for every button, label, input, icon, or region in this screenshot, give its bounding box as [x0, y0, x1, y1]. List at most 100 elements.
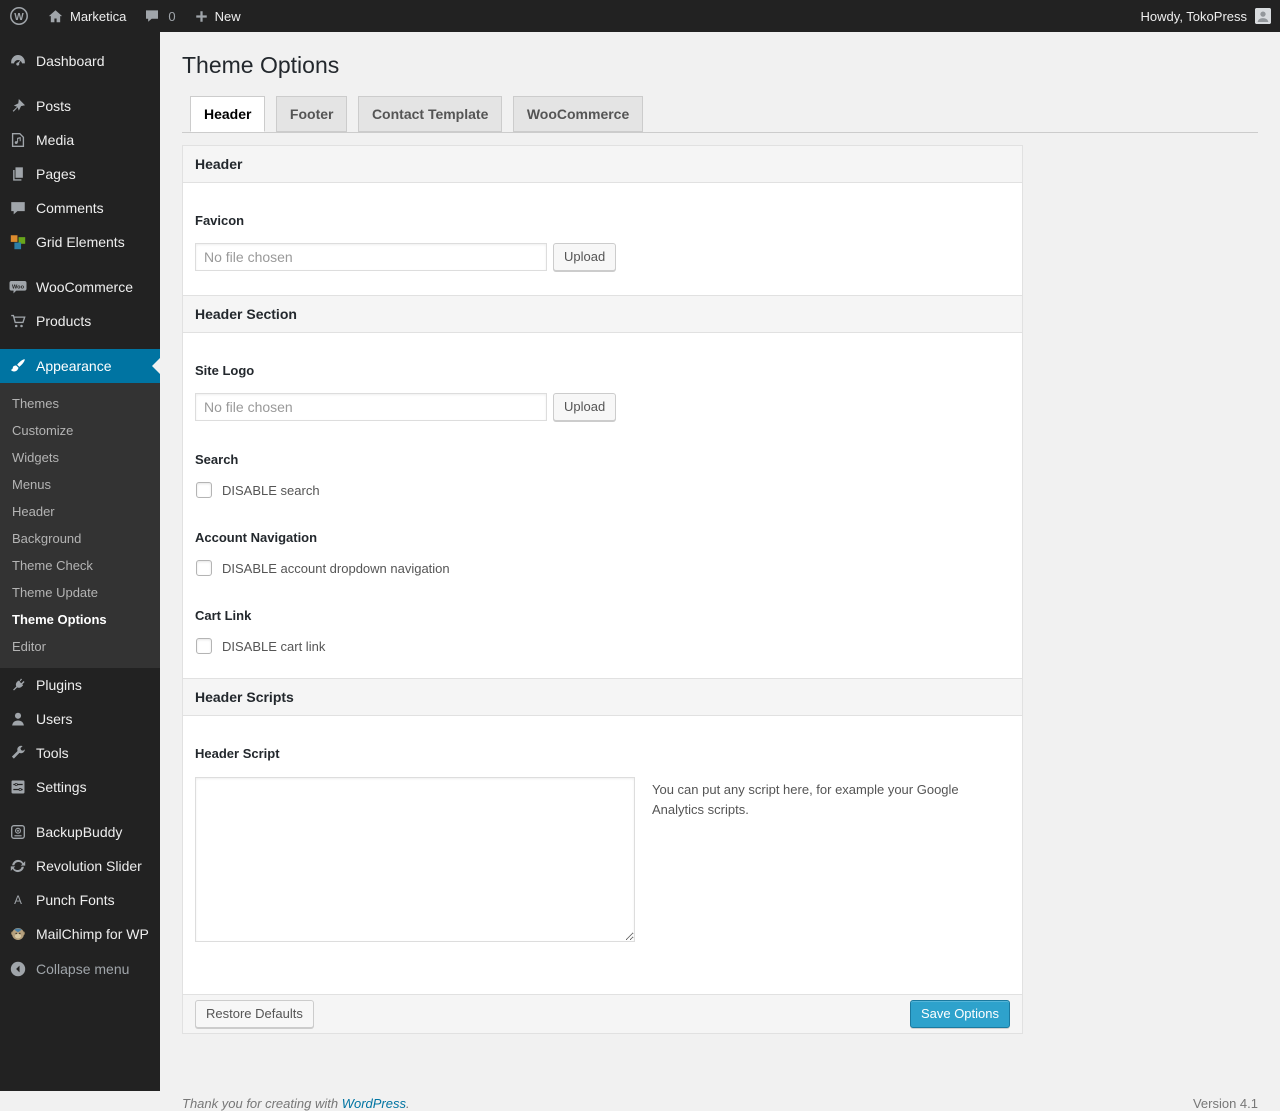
- sidebar-item-dashboard[interactable]: Dashboard: [0, 44, 160, 78]
- howdy-account-link[interactable]: Howdy, TokoPress: [1141, 9, 1247, 24]
- sidebar-item-backupbuddy[interactable]: BackupBuddy: [0, 815, 160, 849]
- restore-defaults-button[interactable]: Restore Defaults: [195, 1000, 314, 1028]
- sidebar-item-menus[interactable]: Menus: [0, 471, 160, 498]
- svg-text:Woo: Woo: [12, 284, 25, 290]
- refresh-icon: [0, 857, 36, 875]
- cart-link-label: Cart Link: [195, 608, 252, 623]
- section-header-section-body: Site Logo Upload Search DISABLE search A…: [183, 333, 1022, 678]
- header-script-help-text: You can put any script here, for example…: [652, 782, 959, 818]
- sidebar-item-plugins[interactable]: Plugins: [0, 668, 160, 702]
- plug-icon: [0, 676, 36, 694]
- pages-icon: [0, 165, 36, 183]
- sidebar-item-grid-elements[interactable]: Grid Elements: [0, 225, 160, 259]
- save-options-button[interactable]: Save Options: [909, 1000, 1010, 1028]
- main-content: Theme Options Header Footer Contact Temp…: [160, 32, 1280, 1111]
- comments-indicator[interactable]: 0: [135, 0, 184, 32]
- favicon-upload-button[interactable]: Upload: [553, 243, 617, 271]
- site-name-link[interactable]: Marketica: [38, 0, 135, 32]
- sidebar-item-label: Plugins: [36, 677, 82, 693]
- menu-separator: [0, 338, 160, 349]
- sidebar-item-widgets[interactable]: Widgets: [0, 444, 160, 471]
- footer-thanks-text: Thank you for creating with WordPress.: [182, 1096, 410, 1111]
- sidebar-item-woocommerce[interactable]: Woo WooCommerce: [0, 270, 160, 304]
- section-header-section-heading: Header Section: [183, 295, 1022, 333]
- letter-a-icon: A: [0, 891, 36, 909]
- disable-account-nav-checkbox[interactable]: [196, 560, 212, 576]
- media-icon: [0, 131, 36, 149]
- sidebar-item-header[interactable]: Header: [0, 498, 160, 525]
- sidebar-item-label: BackupBuddy: [36, 824, 123, 840]
- account-navigation-label: Account Navigation: [195, 530, 318, 545]
- site-logo-upload-button[interactable]: Upload: [553, 393, 617, 421]
- disable-search-checkbox[interactable]: [196, 482, 212, 498]
- sidebar-item-background[interactable]: Background: [0, 525, 160, 552]
- disable-cart-link-checkbox-label[interactable]: DISABLE cart link: [222, 639, 325, 654]
- sidebar-item-theme-check[interactable]: Theme Check: [0, 552, 160, 579]
- sidebar-item-editor[interactable]: Editor: [0, 633, 160, 660]
- site-name-label: Marketica: [70, 8, 127, 24]
- sidebar-item-punch-fonts[interactable]: A Punch Fonts: [0, 883, 160, 917]
- sidebar-item-mailchimp[interactable]: MailChimp for WP: [0, 917, 160, 951]
- wordpress-logo-menu[interactable]: W: [0, 0, 38, 32]
- sidebar-item-label: Settings: [36, 779, 87, 795]
- woo-badge-icon: Woo: [0, 277, 36, 297]
- header-script-textarea[interactable]: [195, 777, 635, 942]
- sidebar-item-customize[interactable]: Customize: [0, 417, 160, 444]
- sidebar-item-label: Users: [36, 711, 73, 727]
- sidebar-item-settings[interactable]: Settings: [0, 770, 160, 804]
- site-logo-file-input[interactable]: [195, 393, 547, 421]
- avatar[interactable]: [1255, 8, 1271, 24]
- tab-footer[interactable]: Footer: [275, 96, 348, 133]
- comment-icon: [0, 199, 36, 217]
- sidebar-item-label: Revolution Slider: [36, 858, 142, 874]
- svg-text:W: W: [14, 12, 24, 23]
- header-script-label: Header Script: [195, 746, 280, 761]
- cart-icon: [0, 312, 36, 330]
- sidebar-item-appearance[interactable]: Appearance: [0, 349, 160, 383]
- sidebar-item-label: Collapse menu: [36, 961, 130, 977]
- admin-bar-left: W Marketica 0 New: [0, 0, 250, 32]
- disable-cart-link-checkbox[interactable]: [196, 638, 212, 654]
- favicon-file-input[interactable]: [195, 243, 547, 271]
- backup-icon: [0, 823, 36, 841]
- sidebar-item-themes[interactable]: Themes: [0, 390, 160, 417]
- new-content-menu[interactable]: New: [185, 0, 250, 32]
- tab-contact-template[interactable]: Contact Template: [357, 96, 503, 133]
- footer-thanks-suffix: .: [406, 1096, 410, 1111]
- svg-text:A: A: [14, 894, 22, 907]
- sidebar-item-label: WooCommerce: [36, 279, 133, 295]
- sidebar-item-products[interactable]: Products: [0, 304, 160, 338]
- footer-version: Version 4.1: [1192, 1096, 1258, 1111]
- home-icon: [47, 8, 64, 25]
- search-label: Search: [195, 452, 239, 467]
- footer-thanks-prefix: Thank you for creating with: [182, 1096, 339, 1111]
- brush-icon: [0, 357, 36, 375]
- sidebar-item-theme-options[interactable]: Theme Options: [0, 606, 160, 633]
- wrench-icon: [0, 744, 36, 762]
- disable-search-checkbox-label[interactable]: DISABLE search: [222, 483, 320, 498]
- user-icon: [0, 710, 36, 728]
- tab-header[interactable]: Header: [190, 96, 266, 133]
- wordpress-link[interactable]: WordPress: [342, 1096, 406, 1111]
- disable-account-nav-checkbox-label[interactable]: DISABLE account dropdown navigation: [222, 561, 450, 576]
- sidebar-item-label: Tools: [36, 745, 69, 761]
- sidebar-item-revolution-slider[interactable]: Revolution Slider: [0, 849, 160, 883]
- sidebar-item-media[interactable]: Media: [0, 123, 160, 157]
- sidebar-item-theme-update[interactable]: Theme Update: [0, 579, 160, 606]
- sidebar-item-pages[interactable]: Pages: [0, 157, 160, 191]
- sidebar-item-posts[interactable]: Posts: [0, 89, 160, 123]
- page-title: Theme Options: [182, 52, 340, 78]
- appearance-submenu: Themes Customize Widgets Menus Header Ba…: [0, 383, 160, 668]
- sidebar-item-label: Punch Fonts: [36, 892, 115, 908]
- collapse-icon: [0, 960, 36, 978]
- collapse-menu-button[interactable]: Collapse menu: [0, 952, 160, 986]
- favicon-label: Favicon: [195, 213, 245, 228]
- sidebar-item-comments[interactable]: Comments: [0, 191, 160, 225]
- sidebar-item-label: Grid Elements: [36, 234, 125, 250]
- tab-woocommerce[interactable]: WooCommerce: [512, 96, 644, 133]
- sidebar-item-tools[interactable]: Tools: [0, 736, 160, 770]
- sidebar-item-users[interactable]: Users: [0, 702, 160, 736]
- sidebar-item-label: Appearance: [36, 358, 112, 374]
- menu-separator: [0, 804, 160, 815]
- sidebar-item-label: Comments: [36, 200, 104, 216]
